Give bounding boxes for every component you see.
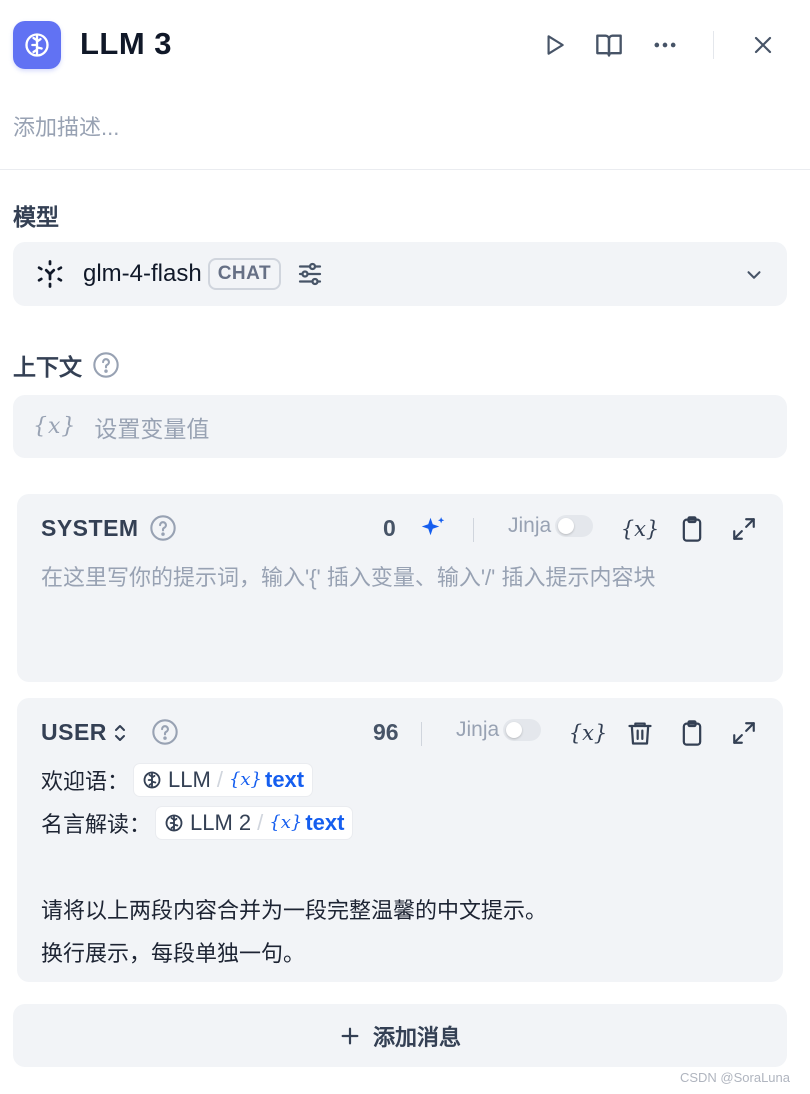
context-label: 上下文: [13, 354, 82, 380]
user-prompt-toolbar: USER 96 Jinja {x}: [41, 716, 761, 750]
play-icon: [547, 35, 564, 55]
expand-icon: [733, 518, 755, 540]
chip-separator: /: [257, 809, 264, 835]
model-mode-badge: CHAT: [207, 258, 282, 290]
close-icon: [754, 36, 772, 54]
system-help-icon[interactable]: [149, 514, 177, 547]
watermark: CSDN @SoraLuna: [679, 1070, 790, 1085]
prompt-line-label: 欢迎语：: [41, 768, 130, 794]
system-role-label: SYSTEM: [41, 515, 139, 541]
model-section-label: 模型: [13, 198, 59, 232]
jinja-switch[interactable]: [503, 719, 542, 741]
system-prompt-editor[interactable]: 在这里写你的提示词，输入'{' 插入变量、输入'/' 插入提示内容块: [41, 560, 656, 592]
system-prompt-toolbar: SYSTEM 0 Jinja {x}: [41, 512, 761, 546]
insert-variable-button[interactable]: {x}: [568, 716, 608, 750]
system-prompt-card: SYSTEM 0 Jinja {x} 在这里写你的提示词，输入'{' 插入变量、…: [17, 494, 783, 682]
user-jinja-toggle[interactable]: Jinja: [456, 718, 542, 742]
close-button[interactable]: [746, 28, 780, 62]
question-circle-icon[interactable]: [92, 351, 120, 379]
delete-message-button[interactable]: [623, 716, 657, 750]
prompt-line-label: 名言解读：: [41, 811, 152, 837]
variable-icon: {x}: [228, 769, 262, 790]
toolbar-divider: [473, 518, 474, 542]
expand-button[interactable]: [727, 716, 761, 750]
prompt-line: 名言解读： LLM 2 / {x} text: [41, 801, 761, 844]
toolbar-divider: [421, 722, 422, 746]
run-button[interactable]: [537, 28, 571, 62]
chip-node-name: LLM 2: [190, 809, 252, 835]
expand-button[interactable]: [727, 512, 761, 546]
docs-button[interactable]: [592, 28, 626, 62]
more-horizontal-icon: [654, 42, 676, 48]
copy-button[interactable]: [675, 716, 709, 750]
insert-variable-button[interactable]: {x}: [620, 512, 660, 546]
add-message-label: 添加消息: [372, 1024, 461, 1050]
user-prompt-editor[interactable]: 欢迎语： LLM / {x} text 名言解读： LLM 2 / {x} te…: [41, 758, 761, 973]
context-variable-input[interactable]: {x} 设置变量值: [13, 395, 787, 458]
book-open-icon: [596, 34, 622, 57]
expand-icon: [733, 722, 755, 744]
variable-icon: {x}: [620, 517, 660, 541]
clipboard-icon: [682, 720, 702, 746]
prompt-line: 欢迎语： LLM / {x} text: [41, 758, 761, 801]
model-selector[interactable]: glm-4-flash CHAT: [13, 242, 787, 306]
description-input[interactable]: 添加描述...: [13, 110, 119, 142]
ai-generate-button[interactable]: [416, 512, 450, 546]
chevron-down-icon: [747, 271, 761, 279]
jinja-label: Jinja: [508, 514, 552, 537]
copy-button[interactable]: [675, 512, 709, 546]
user-role-label: USER: [41, 719, 107, 745]
llm-brain-icon: [143, 771, 161, 788]
variable-reference-chip[interactable]: LLM / {x} text: [133, 762, 314, 797]
model-params-button[interactable]: [295, 259, 325, 289]
ai-sparkle-icon: [421, 517, 445, 536]
user-help-icon[interactable]: [151, 718, 179, 751]
more-button[interactable]: [648, 28, 682, 62]
chip-field-name: text: [265, 766, 305, 792]
user-prompt-card: USER 96 Jinja {x} 欢迎语： LLM / {x} text 名言…: [17, 698, 783, 982]
plus-icon: [341, 1027, 359, 1044]
node-title[interactable]: LLM 3: [80, 26, 172, 62]
variable-icon: {x}: [568, 721, 608, 745]
chip-separator: /: [216, 766, 223, 792]
header-divider: [713, 31, 714, 59]
sliders-icon: [298, 262, 322, 286]
user-token-count: 96: [373, 719, 399, 745]
model-label: 模型: [13, 204, 59, 230]
variable-icon: {x}: [269, 812, 303, 833]
llm-brain-icon: [165, 814, 183, 831]
add-message-button[interactable]: 添加消息: [13, 1004, 787, 1067]
llm-brain-icon: [13, 21, 61, 69]
context-section-label: 上下文: [13, 348, 120, 382]
model-name: glm-4-flash: [83, 260, 202, 287]
variable-reference-chip[interactable]: LLM 2 / {x} text: [155, 805, 354, 840]
question-circle-icon: [152, 719, 178, 745]
variable-icon: {x}: [33, 414, 77, 439]
chip-field-name: text: [305, 809, 345, 835]
system-token-count: 0: [383, 515, 396, 541]
context-placeholder: 设置变量值: [94, 415, 210, 442]
trash-icon: [628, 722, 652, 745]
chip-node-name: LLM: [168, 766, 211, 792]
system-jinja-toggle[interactable]: Jinja: [508, 514, 594, 538]
chevron-up-down-icon: [114, 724, 125, 741]
clipboard-icon: [682, 516, 702, 542]
jinja-switch[interactable]: [555, 515, 594, 537]
zhipu-logo-icon: [37, 260, 63, 288]
jinja-label: Jinja: [456, 718, 500, 741]
node-panel-header: LLM 3 添加描述...: [0, 0, 810, 170]
prompt-line: 请将以上两段内容合并为一段完整温馨的中文提示。: [41, 897, 548, 923]
user-role-selector[interactable]: USER: [41, 719, 129, 746]
prompt-line: 换行展示，每段单独一句。: [41, 940, 306, 966]
question-circle-icon: [150, 515, 176, 541]
